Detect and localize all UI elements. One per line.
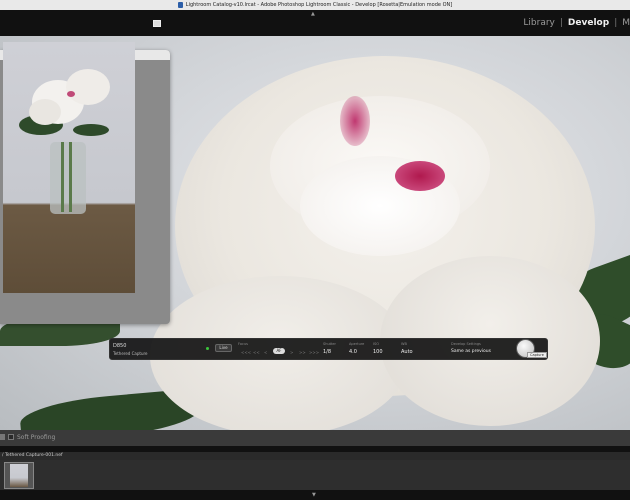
module-map[interactable]: M <box>622 18 630 28</box>
focus-far-medium-button[interactable]: << <box>253 350 260 355</box>
develop-settings-label: Develop Settings <box>451 342 481 346</box>
filmstrip <box>0 460 630 490</box>
wb-label: WB <box>401 342 407 346</box>
filmstrip-thumbnail[interactable] <box>4 462 34 489</box>
focus-label: Focus <box>238 342 248 346</box>
develop-settings-value[interactable]: Same as previous <box>451 349 491 354</box>
soft-proofing-checkbox[interactable] <box>8 434 14 440</box>
collapse-top-panel-arrow-icon[interactable]: ▲ <box>311 11 315 17</box>
wb-value[interactable]: Auto <box>401 349 413 355</box>
capture-tooltip: Capture <box>527 352 547 358</box>
filmstrip-source-path[interactable]: / Tethered Capture-001.nef <box>0 452 630 460</box>
soft-proofing-label: Soft Proofing <box>17 434 56 441</box>
live-view-button[interactable]: Live <box>215 344 232 352</box>
window-title: Lightroom Catalog-v10.lrcat - Adobe Phot… <box>185 2 453 8</box>
iso-value[interactable]: 100 <box>373 349 383 355</box>
module-develop[interactable]: Develop <box>568 18 609 28</box>
module-library[interactable]: Library <box>523 18 554 28</box>
focus-near-large-button[interactable]: >>> <box>309 350 319 355</box>
soft-proofing-toolbar: Soft Proofing <box>0 430 630 446</box>
focus-far-large-button[interactable]: <<< <box>241 350 251 355</box>
vase-flowers-illustration <box>19 69 110 214</box>
module-picker: Library | Develop | M <box>523 10 630 36</box>
thumbnail-image <box>10 464 28 487</box>
camera-connected-indicator <box>206 347 209 350</box>
module-separator: | <box>614 18 618 28</box>
session-name: Tethered Capture <box>113 351 148 356</box>
focus-near-medium-button[interactable]: >> <box>299 350 306 355</box>
focus-near-small-button[interactable]: > <box>290 350 293 355</box>
module-separator: | <box>559 18 563 28</box>
aperture-label: Aperture <box>349 342 365 346</box>
loupe-view-icon[interactable] <box>0 434 5 440</box>
camera-model[interactable]: D850 <box>113 343 126 349</box>
tether-capture-toolbar: D850 Tethered Capture Live Focus <<< << … <box>109 338 548 360</box>
live-view-detach-icon[interactable] <box>153 20 161 27</box>
shutter-label: Shutter <box>323 342 336 346</box>
collapse-bottom-panel-arrow-icon[interactable]: ▼ <box>312 492 316 498</box>
autofocus-button[interactable]: AF <box>273 348 285 354</box>
window-title-bar: Lightroom Catalog-v10.lrcat - Adobe Phot… <box>0 0 630 10</box>
focus-far-small-button[interactable]: < <box>264 350 267 355</box>
flower-center-pink <box>340 96 370 146</box>
aperture-value[interactable]: 4.0 <box>349 349 357 355</box>
document-icon <box>177 2 183 8</box>
shutter-value[interactable]: 1/8 <box>323 349 331 355</box>
flower-center-pink <box>395 161 445 191</box>
live-view-preview-image <box>3 42 135 293</box>
iso-label: ISO <box>373 342 380 346</box>
